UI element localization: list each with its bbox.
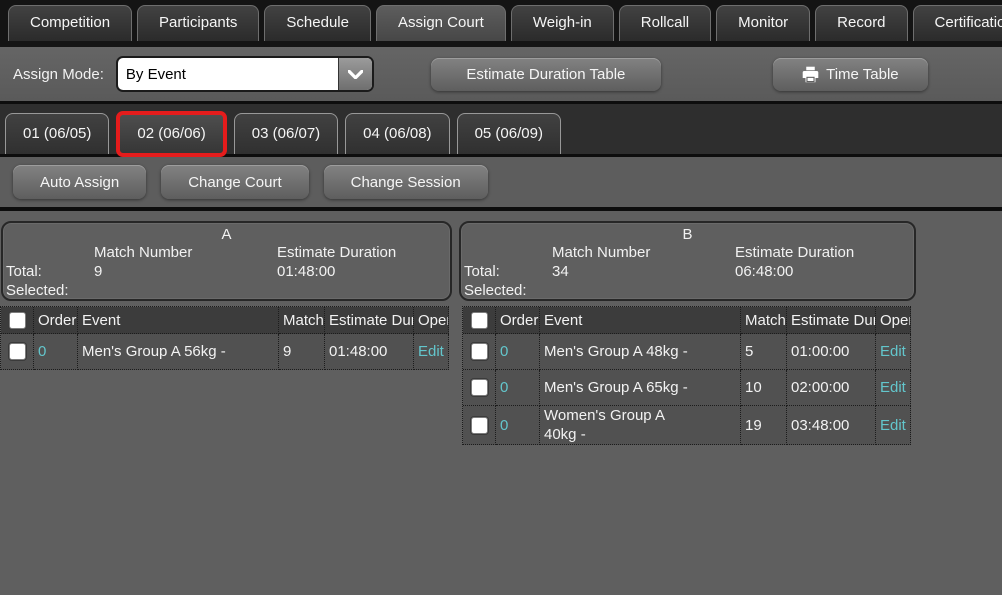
row-checkbox-cell [463,334,496,370]
court-b-header-checkbox-cell [463,307,496,334]
duration-column-header: Estimate Duration [325,307,414,334]
tab-schedule[interactable]: Schedule [264,5,371,41]
date-tab-02-highlighted[interactable]: 02 (06/06) [116,111,226,157]
change-session-button[interactable]: Change Session [324,165,488,199]
row-edit-link[interactable]: Edit [876,370,911,406]
main-tab-bar: Competition Participants Schedule Assign… [0,0,1002,47]
court-a-event-table: Order Event Match Number Estimate Durati… [0,306,449,370]
date-tab-05[interactable]: 05 (06/09) [457,113,561,154]
match-column-header: Match Number [279,307,325,334]
select-all-checkbox[interactable] [471,312,488,329]
row-match-number: 19 [741,406,787,445]
operation-column-header: Operation [876,307,911,334]
row-checkbox[interactable] [9,343,26,360]
operation-column-header: Operation [414,307,449,334]
selected-label: Selected: [464,281,552,300]
row-edit-link[interactable]: Edit [876,334,911,370]
tab-record[interactable]: Record [815,5,907,41]
court-a-header-checkbox-cell [1,307,34,334]
court-actions-row: Auto Assign Change Court Change Session [0,157,1002,211]
tab-assign-court[interactable]: Assign Court [376,5,506,41]
match-number-header: Match Number [94,243,277,262]
row-checkbox-cell [463,370,496,406]
assign-mode-selected-value: By Event [118,66,338,83]
row-event-name: Men's Group A 48kg - [540,334,741,370]
chevron-down-icon[interactable] [338,58,372,90]
assign-mode-select[interactable]: By Event [116,56,374,92]
court-a-selected-matches [94,281,277,300]
court-a-name: A [3,226,450,243]
court-b-total-matches: 34 [552,262,735,281]
estimate-duration-header: Estimate Duration [735,243,914,262]
tab-competition[interactable]: Competition [8,5,132,41]
tab-certification[interactable]: Certification [913,5,1002,41]
row-order-value[interactable]: 0 [496,370,540,406]
court-b-event-table: Order Event Match Number Estimate Durati… [462,306,911,445]
row-match-number: 9 [279,334,325,370]
court-a-summary-panel: A Match Number Estimate Duration Total: … [1,221,452,301]
row-event-name: Men's Group A 56kg - [78,334,279,370]
date-tab-03[interactable]: 03 (06/07) [234,113,338,154]
row-estimate-duration: 01:00:00 [787,334,876,370]
row-edit-link[interactable]: Edit [876,406,911,445]
estimate-duration-table-button[interactable]: Estimate Duration Table [431,58,661,91]
court-a-total-matches: 9 [94,262,277,281]
row-event-name-text: Women's Group A 40kg - [544,406,676,444]
row-edit-link[interactable]: Edit [414,334,449,370]
court-b-total-duration: 06:48:00 [735,262,914,281]
row-checkbox[interactable] [471,343,488,360]
row-match-number: 10 [741,370,787,406]
row-estimate-duration: 01:48:00 [325,334,414,370]
estimate-duration-header: Estimate Duration [277,243,450,262]
row-event-name: Men's Group A 65kg - [540,370,741,406]
change-court-button[interactable]: Change Court [161,165,308,199]
court-b-summary-panel: B Match Number Estimate Duration Total: … [459,221,916,301]
row-checkbox-cell [463,406,496,445]
printer-icon [802,66,819,83]
assign-mode-label: Assign Mode: [13,66,104,83]
total-label: Total: [464,262,552,281]
assign-court-content: A Match Number Estimate Duration Total: … [0,211,1002,445]
order-column-header: Order [496,307,540,334]
select-all-checkbox[interactable] [9,312,26,329]
court-a-selected-duration [277,281,450,300]
row-estimate-duration: 03:48:00 [787,406,876,445]
session-date-tab-bar: 01 (06/05) 02 (06/06) 03 (06/07) 04 (06/… [0,104,1002,157]
tab-weigh-in[interactable]: Weigh-in [511,5,614,41]
tab-participants[interactable]: Participants [137,5,259,41]
court-b-name: B [461,226,914,243]
row-order-value[interactable]: 0 [496,406,540,445]
assign-toolbar: Assign Mode: By Event Estimate Duration … [0,47,1002,104]
tab-monitor[interactable]: Monitor [716,5,810,41]
row-match-number: 5 [741,334,787,370]
total-label: Total: [6,262,94,281]
court-a-total-duration: 01:48:00 [277,262,450,281]
row-checkbox-cell [1,334,34,370]
court-b-selected-matches [552,281,735,300]
tab-rollcall[interactable]: Rollcall [619,5,711,41]
duration-column-header: Estimate Duration [787,307,876,334]
date-tab-04[interactable]: 04 (06/08) [345,113,449,154]
event-column-header: Event [78,307,279,334]
row-checkbox[interactable] [471,379,488,396]
row-estimate-duration: 02:00:00 [787,370,876,406]
match-number-header: Match Number [552,243,735,262]
event-column-header: Event [540,307,741,334]
order-column-header: Order [34,307,78,334]
row-order-value[interactable]: 0 [496,334,540,370]
row-checkbox[interactable] [471,417,488,434]
match-column-header: Match Number [741,307,787,334]
time-table-button[interactable]: Time Table [773,58,928,91]
time-table-label: Time Table [826,66,899,83]
row-order-value[interactable]: 0 [34,334,78,370]
court-b-selected-duration [735,281,914,300]
selected-label: Selected: [6,281,94,300]
row-event-name: Women's Group A 40kg - [540,406,741,445]
auto-assign-button[interactable]: Auto Assign [13,165,146,199]
date-tab-01[interactable]: 01 (06/05) [5,113,109,154]
